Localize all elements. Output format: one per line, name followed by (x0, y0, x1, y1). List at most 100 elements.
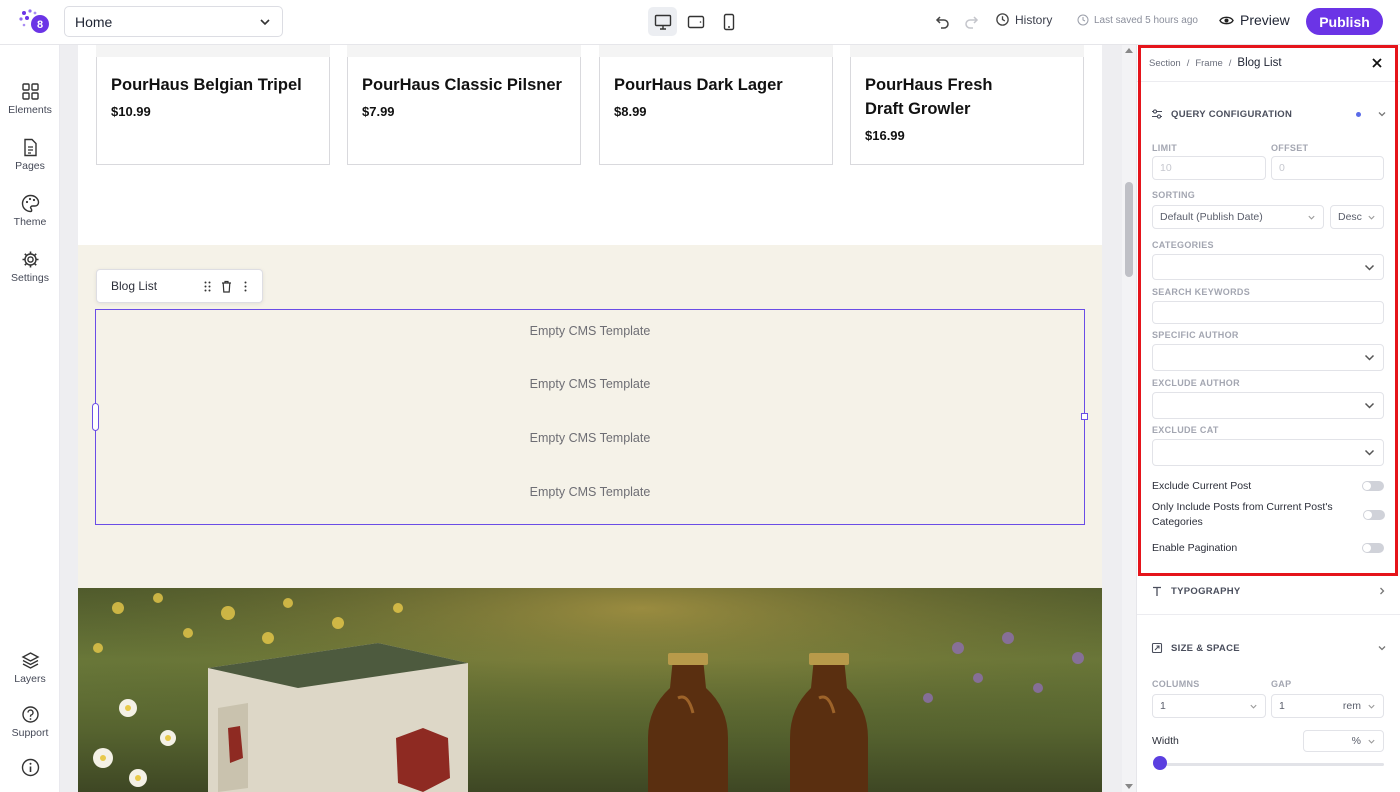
properties-panel: Section / Frame / Blog List QUERY CONFIG… (1136, 45, 1400, 792)
sorting-select[interactable]: Default (Publish Date) (1152, 205, 1324, 229)
resize-handle-left[interactable] (92, 403, 99, 431)
product-card[interactable]: PourHaus Belgian Tripel $10.99 (96, 57, 330, 165)
exclude-author-select[interactable] (1152, 392, 1384, 419)
resize-handle-right[interactable] (1081, 413, 1088, 420)
mobile-icon (723, 13, 734, 30)
breadcrumb-current: Blog List (1237, 57, 1282, 69)
size-space-header[interactable]: SIZE & SPACE (1151, 642, 1387, 654)
info-button[interactable] (0, 758, 60, 777)
element-toolbar-label: Blog List (111, 279, 158, 293)
desktop-view-button[interactable] (648, 7, 677, 36)
product-name: PourHaus Classic Pilsner (362, 76, 562, 94)
exclude-current-post-toggle[interactable] (1362, 481, 1384, 491)
width-slider-track[interactable] (1159, 763, 1384, 766)
product-name: PourHaus Fresh Draft Growler (865, 76, 993, 118)
product-price: $10.99 (111, 104, 151, 119)
publish-button[interactable]: Publish (1306, 8, 1383, 35)
limit-input[interactable]: 10 (1152, 156, 1266, 180)
product-image-strip (96, 45, 330, 57)
sidebar-item-elements[interactable]: Elements (0, 82, 60, 116)
drag-handle-icon[interactable] (201, 280, 214, 293)
width-unit: % (1351, 735, 1361, 747)
size-space-title: SIZE & SPACE (1171, 642, 1240, 654)
gap-unit[interactable]: rem (1343, 700, 1361, 712)
sidebar-item-support[interactable]: Support (0, 705, 60, 739)
sidebar-item-label: Layers (14, 673, 46, 685)
chevron-down-icon (1308, 215, 1315, 220)
categories-label: CATEGORIES (1152, 240, 1214, 250)
columns-select[interactable]: 1 (1152, 694, 1266, 718)
hero-photo (78, 588, 1102, 792)
history-label: History (1015, 12, 1053, 27)
page-select[interactable]: Home (64, 6, 283, 37)
gap-input[interactable]: 1 rem (1271, 694, 1384, 718)
sidebar-item-label: Support (11, 727, 49, 739)
specific-author-select[interactable] (1152, 344, 1384, 371)
preview-label: Preview (1240, 12, 1290, 28)
info-icon (21, 758, 39, 777)
trash-icon[interactable] (220, 280, 233, 293)
query-config-header[interactable]: QUERY CONFIGURATION (1151, 108, 1387, 120)
divider (1137, 614, 1400, 615)
undo-icon[interactable] (932, 12, 952, 32)
tablet-icon (687, 15, 704, 28)
scroll-down-arrow[interactable] (1125, 784, 1133, 789)
only-include-current-cats-label: Only Include Posts from Current Post's C… (1152, 501, 1333, 528)
product-card[interactable]: PourHaus Classic Pilsner $7.99 (347, 57, 581, 165)
only-include-current-cats-toggle[interactable] (1363, 510, 1385, 520)
more-options-icon[interactable] (239, 280, 252, 293)
enable-pagination-toggle[interactable] (1362, 543, 1384, 553)
typography-header[interactable]: TYPOGRAPHY (1151, 585, 1387, 597)
tablet-view-button[interactable] (681, 7, 710, 36)
sidebar-item-label: Settings (11, 272, 49, 284)
exclude-cat-label: EXCLUDE CAT (1152, 425, 1219, 435)
preview-button[interactable]: Preview (1219, 12, 1290, 28)
product-price: $8.99 (614, 104, 647, 119)
chevron-down-icon (1378, 112, 1386, 117)
scroll-up-arrow[interactable] (1125, 48, 1133, 53)
chevron-down-icon (1250, 704, 1257, 709)
breadcrumb-item[interactable]: Section (1149, 58, 1181, 69)
product-price: $7.99 (362, 104, 395, 119)
element-toolbar[interactable]: Blog List (96, 269, 263, 303)
redo-icon[interactable] (962, 12, 982, 32)
exclude-cat-select[interactable] (1152, 439, 1384, 466)
product-card[interactable]: PourHaus Dark Lager $8.99 (599, 57, 833, 165)
width-unit-select[interactable]: % (1303, 730, 1384, 752)
gap-value: 1 (1279, 700, 1285, 712)
categories-select[interactable] (1152, 254, 1384, 280)
canvas-scrollbar[interactable] (1122, 45, 1136, 792)
width-label: Width (1152, 735, 1179, 747)
sort-order-select[interactable]: Desc (1330, 205, 1384, 229)
scrollbar-thumb[interactable] (1125, 182, 1133, 277)
offset-placeholder: 0 (1279, 162, 1285, 174)
search-keywords-input[interactable] (1152, 301, 1384, 324)
blog-list-frame[interactable]: Empty CMS Template Empty CMS Template Em… (92, 309, 1088, 525)
sidebar-item-theme[interactable]: Theme (0, 194, 60, 228)
cms-template-item: Empty CMS Template (529, 485, 651, 499)
app-logo-icon[interactable]: 8 (16, 7, 52, 35)
sidebar-item-layers[interactable]: Layers (0, 651, 60, 685)
page-preview[interactable]: PourHaus Belgian Tripel $10.99 PourHaus … (78, 45, 1102, 792)
desktop-icon (654, 14, 671, 30)
search-keywords-label: SEARCH KEYWORDS (1152, 287, 1251, 297)
blog-section[interactable]: Blog List Empty CMS Template Empty CMS T… (78, 245, 1102, 588)
history-button[interactable]: History (995, 12, 1052, 27)
product-card[interactable]: PourHaus Fresh Draft Growler $16.99 (850, 57, 1084, 165)
close-icon[interactable] (1371, 57, 1383, 69)
sliders-icon (1152, 109, 1162, 119)
mobile-view-button[interactable] (714, 7, 743, 36)
device-switcher (648, 7, 743, 36)
editor-canvas[interactable]: PourHaus Belgian Tripel $10.99 PourHaus … (60, 45, 1122, 792)
sidebar-item-pages[interactable]: Pages (0, 138, 60, 172)
chevron-down-icon (260, 18, 270, 25)
sidebar-item-settings[interactable]: Settings (0, 250, 60, 284)
breadcrumb-separator: / (1186, 57, 1190, 69)
top-bar: 8 Home History Last saved 5 hours ago Pr… (0, 0, 1400, 45)
width-slider-thumb[interactable] (1153, 756, 1167, 770)
text-icon (1153, 586, 1161, 596)
exclude-current-post-row: Exclude Current Post (1152, 479, 1384, 494)
breadcrumb-item[interactable]: Frame (1195, 58, 1222, 69)
product-name: PourHaus Belgian Tripel (111, 76, 302, 94)
offset-input[interactable]: 0 (1271, 156, 1384, 180)
